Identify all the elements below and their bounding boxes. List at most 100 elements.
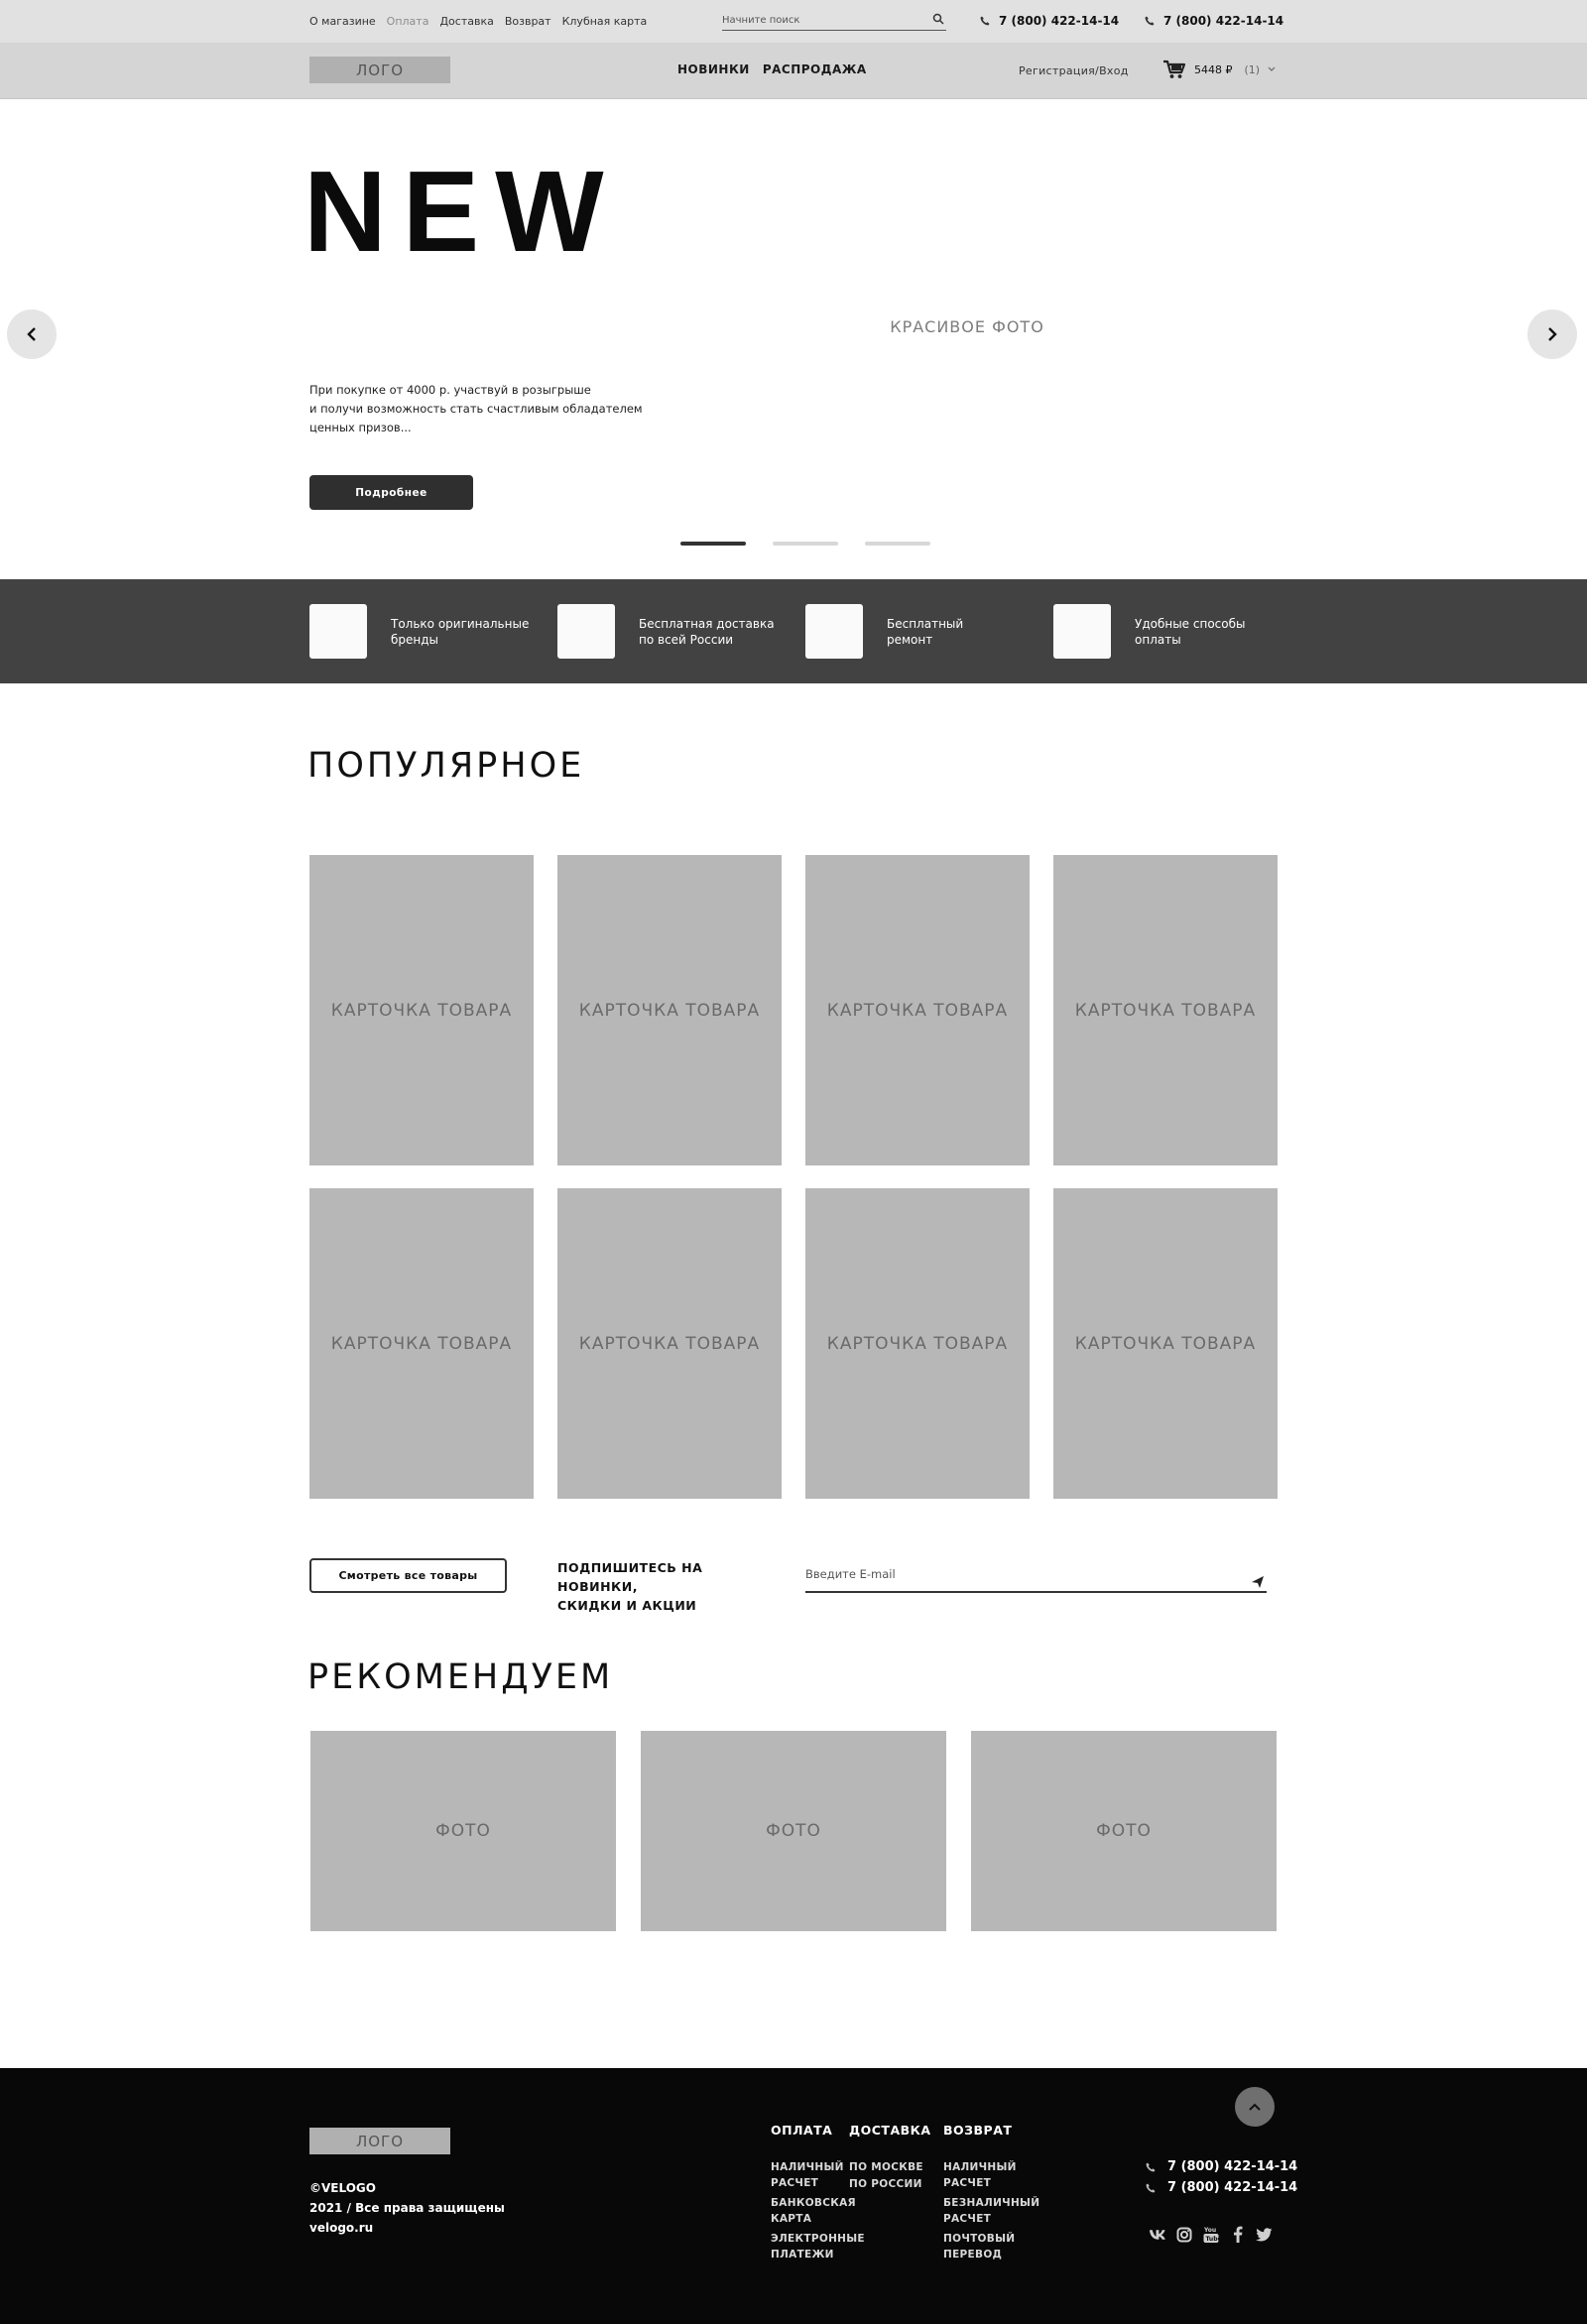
link-line: ПОЧТОВЫЙ [943, 2233, 1016, 2245]
link-line: РАСЧЕТ [771, 2177, 819, 2189]
topnav-payment[interactable]: Оплата [387, 15, 429, 28]
link-line: НАЛИЧНЫЙ [943, 2161, 1017, 2173]
footer-col-delivery-head[interactable]: ДОСТАВКА [849, 2123, 931, 2138]
footer-phone-1[interactable]: 7 (800) 422-14-14 [1146, 2159, 1297, 2174]
link-line: ПЛАТЕЖИ [771, 2249, 834, 2261]
svg-text:Tube: Tube [1205, 2236, 1219, 2243]
vk-icon[interactable] [1149, 2226, 1165, 2243]
top-phone-1[interactable]: 7 (800) 422-14-14 [980, 14, 1119, 28]
top-phone-2[interactable]: 7 (800) 422-14-14 [1145, 14, 1283, 28]
more-button[interactable]: Подробнее [309, 475, 473, 510]
link-line: БАНКОВСКАЯ [771, 2197, 856, 2209]
footer-link-bank-card[interactable]: БАНКОВСКАЯ КАРТА [771, 2195, 856, 2227]
feature-free-repair: Бесплатный ремонт [805, 604, 1026, 659]
feature-original-brands: Только оригинальные бренды [309, 604, 530, 659]
cart-widget[interactable]: 5448 ₽ (1) [1162, 60, 1276, 79]
recommend-photo[interactable]: ФОТО [971, 1731, 1277, 1931]
product-card[interactable]: КАРТОЧКА ТОВАРА [1053, 1188, 1278, 1499]
feature-icon [1053, 604, 1111, 659]
product-card[interactable]: КАРТОЧКА ТОВАРА [557, 855, 782, 1165]
chevron-right-icon [1548, 327, 1557, 341]
search-box [722, 8, 946, 32]
feature-line: Удобные способы [1135, 616, 1246, 631]
product-card[interactable]: КАРТОЧКА ТОВАРА [557, 1188, 782, 1499]
recommend-photo[interactable]: ФОТО [310, 1731, 616, 1931]
hero-text-line: ценных призов... [309, 421, 412, 434]
twitter-icon[interactable] [1256, 2226, 1273, 2243]
email-field[interactable] [805, 1559, 1222, 1589]
site-link[interactable]: velogo.ru [309, 2221, 373, 2235]
footer-logo[interactable]: ЛОГО [309, 2128, 450, 2154]
view-all-button[interactable]: Смотреть все товары [309, 1558, 507, 1593]
instagram-icon[interactable] [1175, 2226, 1192, 2243]
feature-icon [309, 604, 367, 659]
feature-free-delivery: Бесплатная доставка по всей России [557, 604, 778, 659]
facebook-icon[interactable] [1229, 2226, 1246, 2243]
subscribe-label: ПОДПИШИТЕСЬ НА НОВИНКИ, СКИДКИ И АКЦИИ [557, 1558, 776, 1615]
scroll-top-button[interactable] [1235, 2087, 1275, 2127]
slider-next-button[interactable] [1527, 309, 1577, 359]
footer-link-postal[interactable]: ПОЧТОВЫЙ ПЕРЕВОД [943, 2231, 1015, 2263]
product-card[interactable]: КАРТОЧКА ТОВАРА [1053, 855, 1278, 1165]
footer-phone-2[interactable]: 7 (800) 422-14-14 [1146, 2180, 1297, 2195]
search-icon[interactable] [932, 13, 944, 25]
topnav-about[interactable]: О магазине [309, 15, 376, 28]
nav-new[interactable]: НОВИНКИ [677, 62, 750, 76]
footer-col-payment-head[interactable]: ОПЛАТА [771, 2123, 832, 2138]
social-links: You Tube [1149, 2226, 1273, 2243]
link-line: КАРТА [771, 2213, 812, 2225]
header-logo[interactable]: ЛОГО [309, 57, 450, 83]
link-line: НАЛИЧНЫЙ [771, 2161, 844, 2173]
product-card[interactable]: КАРТОЧКА ТОВАРА [805, 855, 1030, 1165]
recommend-title: РЕКОМЕНДУЕМ [307, 1657, 614, 1697]
feature-icon [557, 604, 615, 659]
footer-link-cash[interactable]: НАЛИЧНЫЙ РАСЧЕТ [771, 2159, 844, 2191]
slider-dot-3[interactable] [865, 542, 930, 546]
footer-copyright: ©VELOGO 2021 / Все права защищены velogo… [309, 2178, 505, 2238]
auth-link[interactable]: Регистрация/Вход [1019, 64, 1129, 77]
product-card[interactable]: КАРТОЧКА ТОВАРА [805, 1188, 1030, 1499]
slider-prev-button[interactable] [7, 309, 57, 359]
chevron-up-icon [1249, 2103, 1261, 2111]
link-line: РАСЧЕТ [943, 2213, 992, 2225]
hero-text: При покупке от 4000 р. участвуй в розыгр… [309, 381, 676, 437]
feature-line: бренды [391, 632, 439, 647]
phone-number: 7 (800) 422-14-14 [1167, 2180, 1298, 2195]
topnav-delivery[interactable]: Доставка [439, 15, 493, 28]
subscribe-line: СКИДКИ И АКЦИИ [557, 1598, 697, 1613]
features-band [0, 579, 1587, 683]
feature-line: оплаты [1135, 632, 1181, 647]
phone-icon [1146, 2162, 1156, 2171]
send-icon[interactable] [1251, 1575, 1265, 1589]
topnav-club-card[interactable]: Клубная карта [562, 15, 648, 28]
slider-dot-2[interactable] [773, 542, 838, 546]
footer-link-e-payments[interactable]: ЭЛЕКТРОННЫЕ ПЛАТЕЖИ [771, 2231, 865, 2263]
topnav-return[interactable]: Возврат [505, 15, 551, 28]
product-card[interactable]: КАРТОЧКА ТОВАРА [309, 1188, 534, 1499]
link-line: ПЕРЕВОД [943, 2249, 1003, 2261]
phone-number: 7 (800) 422-14-14 [999, 14, 1120, 28]
search-input[interactable] [722, 9, 920, 32]
hero-text-line: При покупке от 4000 р. участвуй в розыгр… [309, 383, 591, 397]
link-line: БЕЗНАЛИЧНЫЙ [943, 2197, 1040, 2209]
product-card[interactable]: КАРТОЧКА ТОВАРА [309, 855, 534, 1165]
link-line: РАСЧЕТ [943, 2177, 992, 2189]
footer-link-cashless[interactable]: БЕЗНАЛИЧНЫЙ РАСЧЕТ [943, 2195, 1039, 2227]
popular-title: ПОПУЛЯРНОЕ [307, 746, 585, 786]
chevron-left-icon [27, 327, 36, 341]
youtube-icon[interactable]: You Tube [1202, 2226, 1219, 2243]
footer-link-moscow[interactable]: ПО МОСКВЕ [849, 2159, 923, 2175]
subscribe-line: ПОДПИШИТЕСЬ НА НОВИНКИ, [557, 1560, 703, 1594]
rights-text: 2021 / Все права защищены [309, 2201, 505, 2215]
feature-line: Только оригинальные [391, 616, 530, 631]
chevron-down-icon [1268, 66, 1276, 71]
footer-col-return-head[interactable]: ВОЗВРАТ [943, 2123, 1012, 2138]
phone-icon [1145, 16, 1155, 26]
nav-sale[interactable]: РАСПРОДАЖА [763, 62, 867, 76]
feature-line: Бесплатная доставка [639, 616, 775, 631]
recommend-photo[interactable]: ФОТО [641, 1731, 946, 1931]
slider-dot-1[interactable] [680, 542, 746, 546]
footer-link-russia[interactable]: ПО РОССИИ [849, 2176, 922, 2192]
footer-link-return-cash[interactable]: НАЛИЧНЫЙ РАСЧЕТ [943, 2159, 1017, 2191]
hero-text-line: и получи возможность стать счастливым об… [309, 402, 643, 416]
